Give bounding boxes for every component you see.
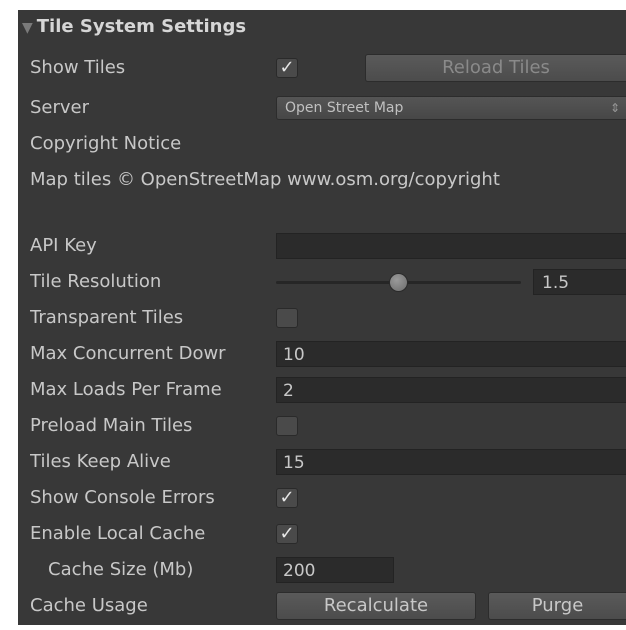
max-loads-label: Max Loads Per Frame xyxy=(30,379,222,400)
transparent-tiles-label: Transparent Tiles xyxy=(30,307,184,328)
max-concurrent-label: Max Concurrent Dowr xyxy=(30,343,226,364)
cache-size-input[interactable]: 200 xyxy=(276,557,394,583)
row-api-key: API Key xyxy=(18,228,626,264)
section-title: Tile System Settings xyxy=(36,16,247,37)
transparent-tiles-checkbox[interactable] xyxy=(276,308,298,328)
row-show-tiles: Show Tiles ✓ Reload Tiles xyxy=(18,50,626,86)
show-tiles-checkbox[interactable]: ✓ xyxy=(276,58,298,78)
cache-size-label: Cache Size (Mb) xyxy=(48,559,194,580)
row-copyright-label: Copyright Notice xyxy=(18,126,626,162)
copyright-notice-label: Copyright Notice xyxy=(30,133,182,154)
collapse-triangle-icon[interactable]: ▼ xyxy=(22,20,33,36)
row-max-loads: Max Loads Per Frame 2 xyxy=(18,372,626,408)
row-preload-main: Preload Main Tiles xyxy=(18,408,626,444)
tile-system-settings-panel: ▼ Tile System Settings Show Tiles ✓ Reloa… xyxy=(18,10,626,625)
tiles-keep-alive-input[interactable]: 15 xyxy=(276,449,626,475)
row-transparent-tiles: Transparent Tiles xyxy=(18,300,626,336)
recalculate-button[interactable]: Recalculate xyxy=(276,592,476,620)
api-key-input[interactable] xyxy=(276,233,626,259)
row-cache-size: Cache Size (Mb) 200 xyxy=(18,552,626,588)
show-console-errors-label: Show Console Errors xyxy=(30,487,215,508)
row-copyright-text: Map tiles © OpenStreetMap www.osm.org/co… xyxy=(18,162,626,198)
tile-resolution-value-field[interactable]: 1.5 xyxy=(533,269,626,295)
enable-local-cache-label: Enable Local Cache xyxy=(30,523,206,544)
preload-main-checkbox[interactable] xyxy=(276,416,298,436)
show-tiles-label: Show Tiles xyxy=(30,57,126,78)
max-loads-input[interactable]: 2 xyxy=(276,377,626,403)
row-show-console-errors: Show Console Errors ✓ xyxy=(18,480,626,516)
server-dropdown[interactable]: Open Street Map ⇕ xyxy=(276,96,626,120)
max-concurrent-input[interactable]: 10 xyxy=(276,341,626,367)
row-enable-local-cache: Enable Local Cache ✓ xyxy=(18,516,626,552)
purge-button[interactable]: Purge xyxy=(488,592,626,620)
row-tiles-keep-alive: Tiles Keep Alive 15 xyxy=(18,444,626,480)
api-key-label: API Key xyxy=(30,235,97,256)
dropdown-arrows-icon: ⇕ xyxy=(609,101,620,115)
row-server: Server Open Street Map ⇕ xyxy=(18,90,626,126)
tile-resolution-label: Tile Resolution xyxy=(30,271,162,292)
cache-usage-label: Cache Usage xyxy=(30,595,148,616)
reload-tiles-button[interactable]: Reload Tiles xyxy=(365,54,626,82)
enable-local-cache-checkbox[interactable]: ✓ xyxy=(276,524,298,544)
tile-resolution-slider-thumb[interactable] xyxy=(389,273,408,292)
preload-main-label: Preload Main Tiles xyxy=(30,415,193,436)
show-console-errors-checkbox[interactable]: ✓ xyxy=(276,488,298,508)
tiles-keep-alive-label: Tiles Keep Alive xyxy=(30,451,171,472)
row-tile-resolution: Tile Resolution 1.5 xyxy=(18,264,626,300)
server-label: Server xyxy=(30,97,90,118)
row-cache-usage: Cache Usage Recalculate Purge xyxy=(18,588,626,624)
server-dropdown-value: Open Street Map xyxy=(285,100,404,116)
row-max-concurrent: Max Concurrent Dowr 10 xyxy=(18,336,626,372)
copyright-notice-text: Map tiles © OpenStreetMap www.osm.org/co… xyxy=(30,169,500,190)
section-header[interactable]: ▼ Tile System Settings xyxy=(18,12,246,42)
